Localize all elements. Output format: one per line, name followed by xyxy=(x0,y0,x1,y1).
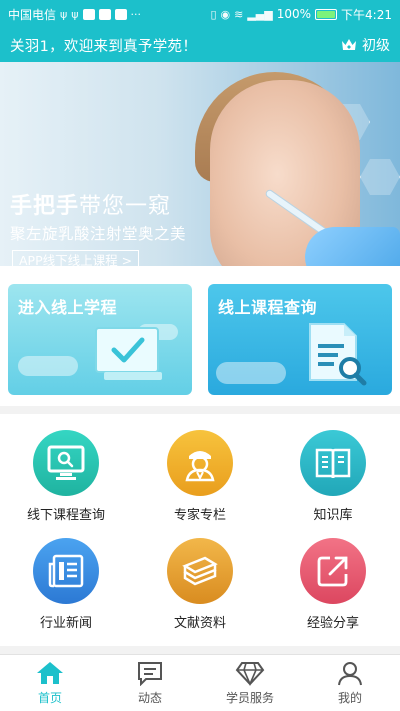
banner-title: 手把手带您一窥 xyxy=(10,188,220,220)
grid-icon-bg xyxy=(167,538,233,604)
online-course-query-label: 线上课程查询 xyxy=(218,298,318,317)
banner-subtitle: 聚左旋乳酸注射堂奥之美 xyxy=(10,225,187,243)
tab-label: 首页 xyxy=(37,691,62,705)
app-notification-icon-2 xyxy=(98,8,111,20)
banner-course-button[interactable]: APP线下线上课程 > xyxy=(12,250,140,266)
quick-entry-section: 进入线上学程 线上课程查询 xyxy=(0,266,400,406)
wifi-icon: ≋ xyxy=(234,7,244,21)
grid-icon-bg xyxy=(33,430,99,496)
status-bar: 中国电信 ψ ψ ··· ▯ ◉ ≋ ▂▄▆ 100% 下午4:21 xyxy=(0,0,400,28)
gloved-hand-image xyxy=(305,227,400,266)
documents-stack-icon xyxy=(182,556,218,586)
grid-icon-bg xyxy=(167,430,233,496)
vibrate-icon: ▯ xyxy=(210,7,217,21)
diamond-icon xyxy=(235,662,265,686)
monitor-search-icon xyxy=(47,445,85,480)
grid-item-literature[interactable]: 文献资料 xyxy=(150,538,250,631)
tab-label: 我的 xyxy=(337,691,362,705)
signal-icon: ▂▄▆ xyxy=(247,7,273,21)
grid-label: 知识库 xyxy=(313,508,353,523)
tab-mine[interactable]: 我的 xyxy=(300,655,400,711)
banner-title-bold: 手把手 xyxy=(10,194,80,219)
member-level-label: 初级 xyxy=(362,38,390,54)
cloud-decor xyxy=(18,356,78,376)
grid-label: 文献资料 xyxy=(173,616,226,631)
tab-home[interactable]: 首页 xyxy=(0,655,100,711)
grid-item-expert-column[interactable]: 专家专栏 xyxy=(150,430,250,523)
grid-icon-bg xyxy=(33,538,99,604)
grid-item-experience-sharing[interactable]: 经验分享 xyxy=(283,538,383,631)
usb-icon: ψ xyxy=(60,7,68,21)
eye-icon: ◉ xyxy=(220,7,231,21)
home-icon xyxy=(37,662,63,684)
clock: 下午4:21 xyxy=(341,7,392,22)
battery-icon xyxy=(315,8,338,20)
book-icon xyxy=(315,448,351,479)
app-notification-icon-3 xyxy=(114,8,127,20)
share-icon xyxy=(317,556,348,587)
tab-feed[interactable]: 动态 xyxy=(100,655,200,711)
promo-banner[interactable]: 手把手带您一窥 聚左旋乳酸注射堂奥之美 APP线下线上课程 > xyxy=(0,62,400,266)
crown-icon xyxy=(342,39,356,50)
grid-item-offline-course-query[interactable]: 线下课程查询 xyxy=(16,430,116,523)
grid-icon-bg xyxy=(300,430,366,496)
tab-student-service[interactable]: 学员服务 xyxy=(200,655,300,711)
status-right: ▯ ◉ ≋ ▂▄▆ 100% 下午4:21 xyxy=(210,6,392,23)
grid-label: 经验分享 xyxy=(306,616,359,631)
grid-item-industry-news[interactable]: 行业新闻 xyxy=(16,538,116,631)
welcome-message: 关羽1，欢迎来到真予学苑！ xyxy=(10,38,198,55)
member-level[interactable]: 初级 xyxy=(341,35,390,55)
online-course-card[interactable]: 进入线上学程 xyxy=(8,284,192,395)
usb-icon-2: ψ xyxy=(71,7,79,21)
app-notification-icon xyxy=(82,8,95,20)
grid-item-knowledge-base[interactable]: 知识库 xyxy=(283,430,383,523)
grid-label: 行业新闻 xyxy=(39,616,92,631)
bottom-tab-bar: 首页 动态 学员服务 我的 xyxy=(0,654,400,711)
app-header: 关羽1，欢迎来到真予学苑！ 初级 xyxy=(0,28,400,62)
message-icon xyxy=(138,662,162,686)
document-search-icon xyxy=(309,323,367,386)
grid-label: 专家专栏 xyxy=(173,508,226,523)
grid-label: 线下课程查询 xyxy=(26,508,105,523)
battery-percent: 100% xyxy=(276,7,312,21)
news-icon xyxy=(48,554,84,588)
user-icon xyxy=(338,662,362,686)
expert-avatar-icon xyxy=(185,451,215,482)
status-left: 中国电信 ψ ψ ··· xyxy=(8,6,141,23)
monitor-check-icon xyxy=(95,327,162,380)
hexagon-decor xyxy=(360,159,400,195)
online-course-query-card[interactable]: 线上课程查询 xyxy=(208,284,392,395)
banner-title-rest: 带您一窥 xyxy=(79,194,172,219)
grid-icon-bg xyxy=(300,538,366,604)
more-notifications-icon: ··· xyxy=(130,7,142,21)
tab-label: 学员服务 xyxy=(225,691,274,705)
online-course-label: 进入线上学程 xyxy=(18,298,118,317)
carrier-label: 中国电信 xyxy=(8,7,57,22)
tab-label: 动态 xyxy=(137,691,162,705)
cloud-decor xyxy=(216,362,286,384)
feature-grid: 线下课程查询 专家专栏 知识库 行业新闻 文献资料 经验分享 xyxy=(0,414,400,646)
